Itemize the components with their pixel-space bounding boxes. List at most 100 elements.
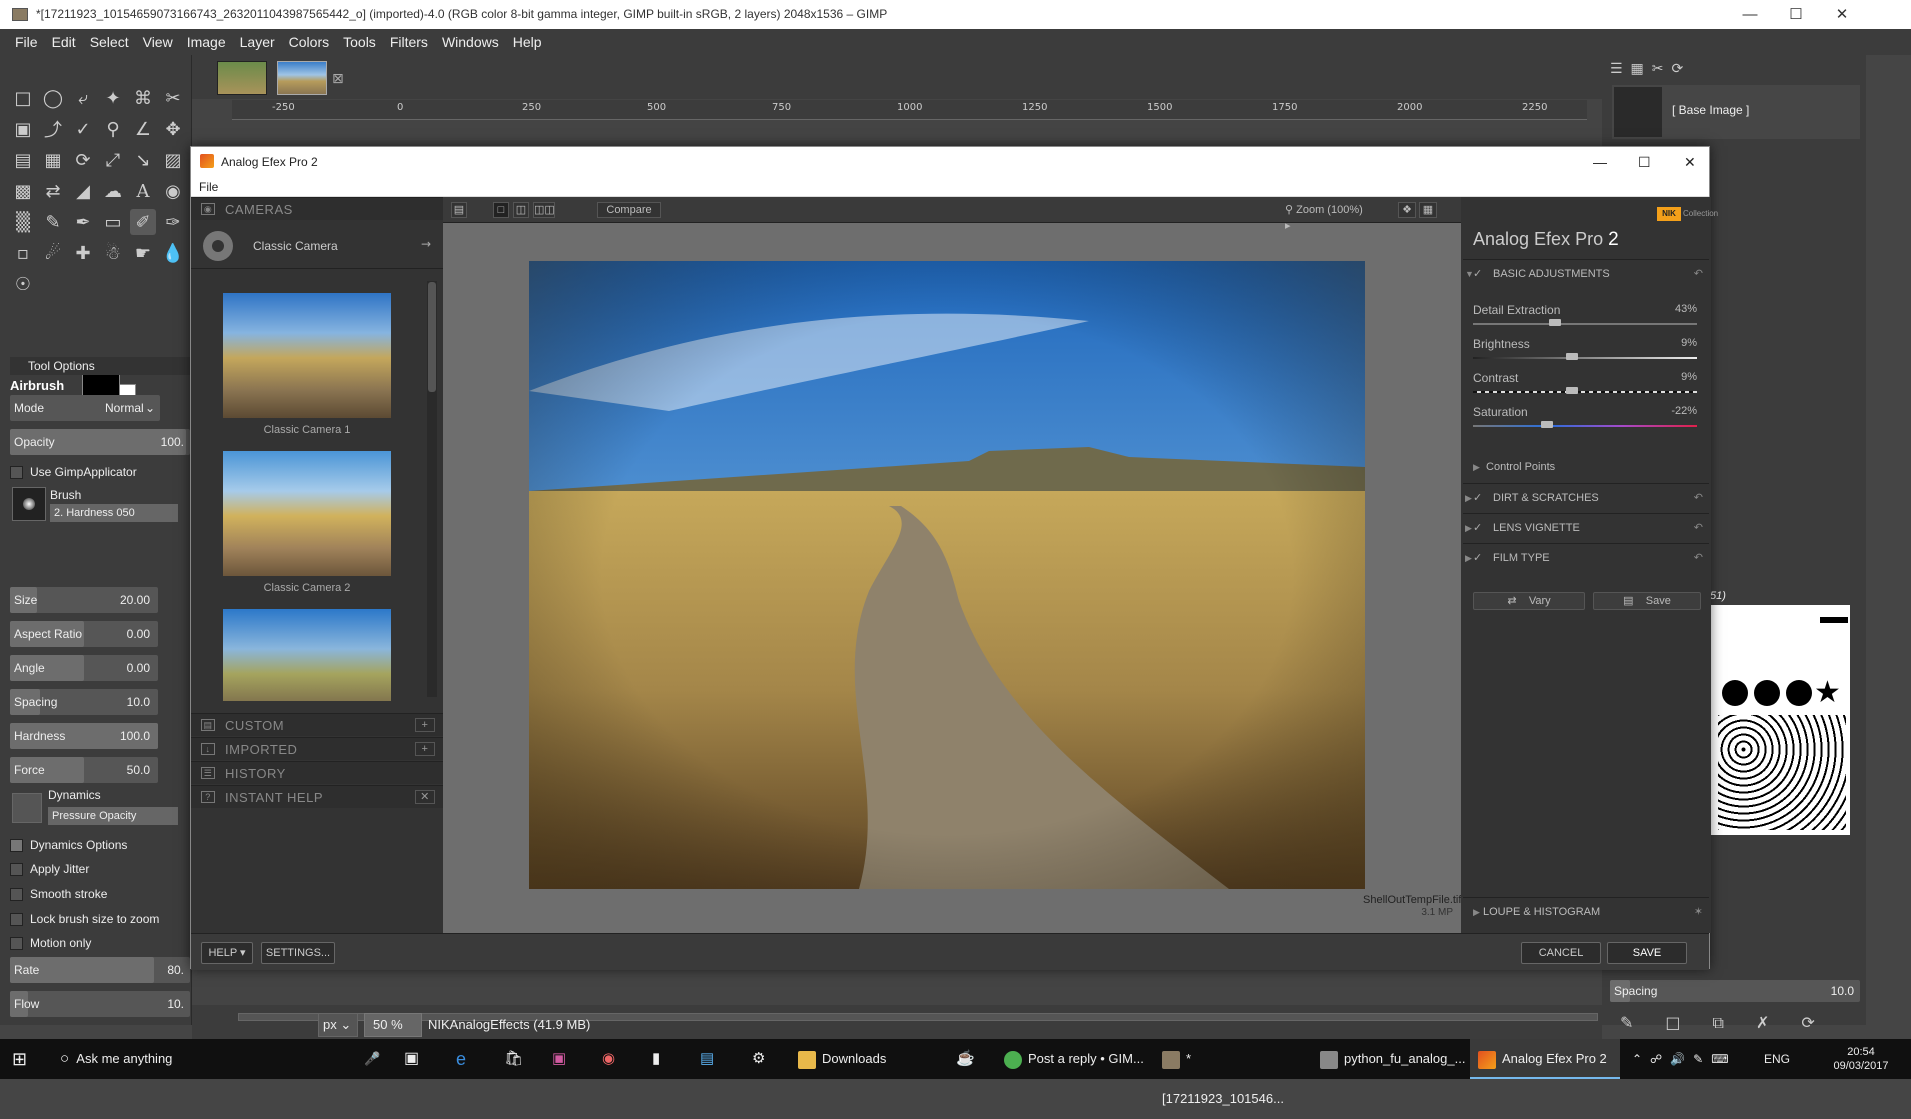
language-indicator[interactable]: ENG bbox=[1764, 1039, 1790, 1079]
eraser-icon[interactable]: ▭ bbox=[100, 209, 126, 235]
mode-select[interactable]: Mode Normal ⌄ bbox=[10, 395, 160, 421]
history-header[interactable]: ☰ HISTORY bbox=[191, 761, 443, 784]
layer-row[interactable]: [ Base Image ] bbox=[1612, 85, 1860, 139]
slider-knob[interactable] bbox=[1549, 319, 1561, 326]
ink-icon[interactable]: ✑ bbox=[160, 209, 186, 235]
save-button[interactable]: SAVE bbox=[1607, 942, 1687, 964]
dialog-minimize-button[interactable]: — bbox=[1593, 147, 1607, 177]
blur-icon[interactable]: 💧 bbox=[160, 240, 186, 266]
gimp-taskbar-icon[interactable]: ☕ bbox=[956, 1039, 975, 1079]
remote-desktop-icon[interactable]: ▤ bbox=[700, 1039, 714, 1079]
dynamics-options-expander[interactable]: Dynamics Options bbox=[10, 837, 127, 853]
size-slider[interactable]: Size 20.00 bbox=[10, 587, 158, 613]
image-tab-2[interactable] bbox=[277, 61, 327, 95]
angle-slider[interactable]: Angle 0.00 bbox=[10, 655, 158, 681]
text-icon[interactable]: A bbox=[130, 178, 156, 204]
menu-tools[interactable]: Tools bbox=[336, 29, 383, 55]
menu-image[interactable]: Image bbox=[180, 29, 233, 55]
close-button[interactable]: ✕ bbox=[1819, 0, 1865, 29]
brush-spacing-slider[interactable]: Spacing 10.0 bbox=[1610, 980, 1860, 1002]
side-by-side-icon[interactable]: ◫◫ bbox=[533, 202, 555, 218]
gradient-icon[interactable]: ▒ bbox=[10, 209, 36, 235]
menu-colors[interactable]: Colors bbox=[282, 29, 336, 55]
terminal-icon[interactable]: ▮ bbox=[652, 1039, 660, 1079]
scissors-icon[interactable]: ✂ bbox=[160, 85, 186, 111]
close-tab-icon[interactable]: ⊠ bbox=[332, 71, 344, 87]
force-slider[interactable]: Force 50.0 bbox=[10, 757, 158, 783]
warp-icon[interactable]: ☁ bbox=[100, 178, 126, 204]
rate-slider[interactable]: Rate 80. bbox=[10, 957, 190, 983]
brush-name[interactable]: 2. Hardness 050 bbox=[50, 504, 178, 522]
taskbar-analog-efex[interactable]: Analog Efex Pro 2 bbox=[1470, 1039, 1620, 1079]
loupe-icon[interactable]: ❖ bbox=[1398, 202, 1416, 218]
preview-image[interactable] bbox=[529, 261, 1365, 889]
fuzzy-select-icon[interactable]: ✦ bbox=[100, 85, 126, 111]
airbrush-icon[interactable]: ✐ bbox=[130, 209, 156, 235]
preset-classic-camera-2[interactable]: Classic Camera 2 bbox=[223, 451, 391, 594]
bucket-fill-icon[interactable]: ◉ bbox=[160, 178, 186, 204]
flip-icon[interactable]: ⇄ bbox=[40, 178, 66, 204]
menu-filters[interactable]: Filters bbox=[383, 29, 435, 55]
brush-preview[interactable] bbox=[12, 487, 46, 521]
hardness-slider[interactable]: Hardness 100.0 bbox=[10, 723, 158, 749]
fullscreen-icon[interactable]: ▦ bbox=[1419, 202, 1437, 218]
align-icon[interactable]: ▤ bbox=[10, 147, 36, 173]
undo-icon[interactable]: ↶ bbox=[1694, 484, 1703, 512]
zoom-select[interactable]: 50 % bbox=[364, 1013, 422, 1037]
saturation-slider[interactable]: Saturation -22% bbox=[1473, 405, 1697, 439]
undo-icon[interactable]: ↶ bbox=[1694, 544, 1703, 572]
scale-icon[interactable]: ⤢ bbox=[100, 147, 126, 173]
motion-only-checkbox[interactable]: Motion only bbox=[10, 935, 91, 951]
cage-icon[interactable]: ◢ bbox=[70, 178, 96, 204]
vary-button[interactable]: ⇄ Vary bbox=[1473, 592, 1585, 610]
color-picker-icon[interactable]: ✓ bbox=[70, 116, 96, 142]
settings-gear-icon[interactable]: ⚙ bbox=[752, 1039, 765, 1079]
dynamics-value[interactable]: Pressure Opacity bbox=[48, 807, 178, 825]
dodge-burn-icon[interactable]: ☉ bbox=[10, 271, 36, 297]
clone-icon[interactable]: ☄ bbox=[40, 240, 66, 266]
undo-icon[interactable]: ↶ bbox=[1694, 260, 1703, 288]
paint-icon[interactable]: ◉ bbox=[602, 1039, 615, 1079]
unit-select[interactable]: px ⌄ bbox=[318, 1013, 358, 1037]
detail-extraction-slider[interactable]: Detail Extraction 43% bbox=[1473, 303, 1697, 337]
shear-icon[interactable]: ↘ bbox=[130, 147, 156, 173]
foreground-select-icon[interactable]: ▣ bbox=[10, 116, 36, 142]
menu-windows[interactable]: Windows bbox=[435, 29, 506, 55]
settings-button[interactable]: SETTINGS... bbox=[261, 942, 335, 964]
enabled-check-icon[interactable]: ✓ bbox=[1473, 544, 1482, 572]
menu-file[interactable]: File bbox=[8, 29, 45, 55]
single-view-icon[interactable]: □ bbox=[493, 202, 509, 218]
perspective-icon[interactable]: ▨ bbox=[160, 147, 186, 173]
dynamics-icon[interactable] bbox=[12, 793, 42, 823]
dialog-maximize-button[interactable]: ☐ bbox=[1638, 147, 1651, 177]
brushes-grid[interactable]: ★ bbox=[1710, 605, 1850, 835]
measure-icon[interactable]: ∠ bbox=[130, 116, 156, 142]
preset-classic-camera-1[interactable]: Classic Camera 1 bbox=[223, 293, 391, 436]
lens-vignette-section[interactable]: ▶ ✓ LENS VIGNETTE ↶ bbox=[1463, 513, 1709, 541]
unified-transform-icon[interactable]: ▩ bbox=[10, 178, 36, 204]
cameras-header[interactable]: ◉ CAMERAS bbox=[191, 197, 443, 220]
slider-knob[interactable] bbox=[1566, 353, 1578, 360]
perspective-clone-icon[interactable]: ☃ bbox=[100, 240, 126, 266]
minimize-button[interactable]: — bbox=[1727, 0, 1773, 29]
rect-select-icon[interactable]: □ bbox=[10, 85, 36, 111]
system-tray-icons[interactable]: ⌃☍🔊✎⌨ bbox=[1632, 1039, 1737, 1079]
maximize-button[interactable]: ☐ bbox=[1773, 0, 1819, 29]
menu-edit[interactable]: Edit bbox=[45, 29, 83, 55]
windows-start-icon[interactable]: ⊞ bbox=[12, 1039, 27, 1079]
help-button[interactable]: HELP ▾ bbox=[201, 942, 253, 964]
store-icon[interactable]: 🛍 bbox=[504, 1039, 523, 1079]
close-help-button[interactable]: ✕ bbox=[415, 790, 435, 804]
rotate-icon[interactable]: ⟳ bbox=[70, 147, 96, 173]
opacity-slider[interactable]: Opacity 100. bbox=[10, 429, 190, 455]
presets-scrollbar[interactable] bbox=[427, 281, 437, 697]
color-select-icon[interactable]: ⌘ bbox=[130, 85, 156, 111]
compare-button[interactable]: Compare bbox=[597, 202, 661, 218]
apply-jitter-checkbox[interactable]: Apply Jitter bbox=[10, 861, 89, 877]
pencil-icon[interactable]: ✎ bbox=[40, 209, 66, 235]
crop-icon[interactable]: ▦ bbox=[40, 147, 66, 173]
menu-select[interactable]: Select bbox=[83, 29, 136, 55]
classic-camera-row[interactable]: Classic Camera → bbox=[191, 221, 443, 269]
paths-icon[interactable]: ⤴ bbox=[40, 116, 66, 142]
brush-actions-icons[interactable]: ✎□⧉✗⟳ bbox=[1620, 1013, 1847, 1033]
